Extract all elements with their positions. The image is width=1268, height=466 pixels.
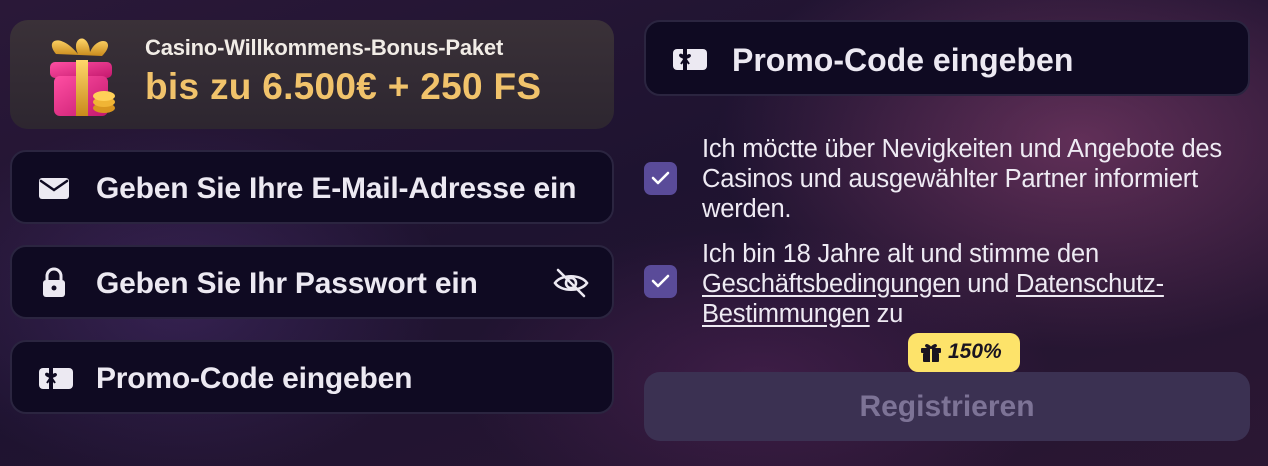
badge-label: 150% [948,340,1002,363]
newsletter-checkbox[interactable] [644,162,677,195]
gift-card-icon [673,49,707,70]
register-button[interactable]: Registrieren [644,372,1250,441]
checkmark-icon [651,171,670,185]
bonus-percent-badge: 150% [908,333,1020,380]
promo-code-field-right[interactable]: Promo-Code eingeben [644,20,1250,96]
bonus-subtitle: Casino-Willkommens-Bonus-Paket [145,35,504,60]
gift-box-icon [50,38,115,116]
terms-prefix: Ich bin 18 Jahre alt und stimme den [702,240,1099,268]
checkmark-icon [651,274,670,288]
welcome-bonus-card: Casino-Willkommens-Bonus-Paket bis zu 6.… [10,20,614,129]
terms-link[interactable]: Geschäftsbedingungen [702,270,960,298]
eye-off-icon[interactable] [552,264,590,302]
password-field[interactable]: Geben Sie Ihr Passwort ein [10,245,614,319]
promo-code-label: Promo-Code eingeben [732,42,1074,78]
email-field[interactable]: Geben Sie Ihre E-Mail-Adresse ein [10,150,614,224]
terms-connector: und [967,270,1010,298]
register-label: Registrieren [859,389,1035,423]
terms-suffix: zu [876,300,904,328]
terms-checkbox[interactable] [644,265,677,298]
promo-code-field-left[interactable]: Promo-Code eingeben [10,340,614,414]
lock-icon [43,267,65,297]
promo-code-label: Promo-Code eingeben [96,362,413,395]
password-placeholder: Geben Sie Ihr Passwort ein [96,267,478,300]
gift-icon [921,344,941,362]
bonus-amount: bis zu 6.500€ + 250 FS [145,66,542,107]
terms-consent-text: Ich bin 18 Jahre alt und stimme den Gesc… [702,239,1242,329]
envelope-icon [39,178,69,199]
email-placeholder: Geben Sie Ihre E-Mail-Adresse ein [96,172,577,205]
newsletter-consent-text: Ich möctte über Nevigkeiten und Angebote… [702,135,1222,223]
gift-card-icon [39,368,73,389]
